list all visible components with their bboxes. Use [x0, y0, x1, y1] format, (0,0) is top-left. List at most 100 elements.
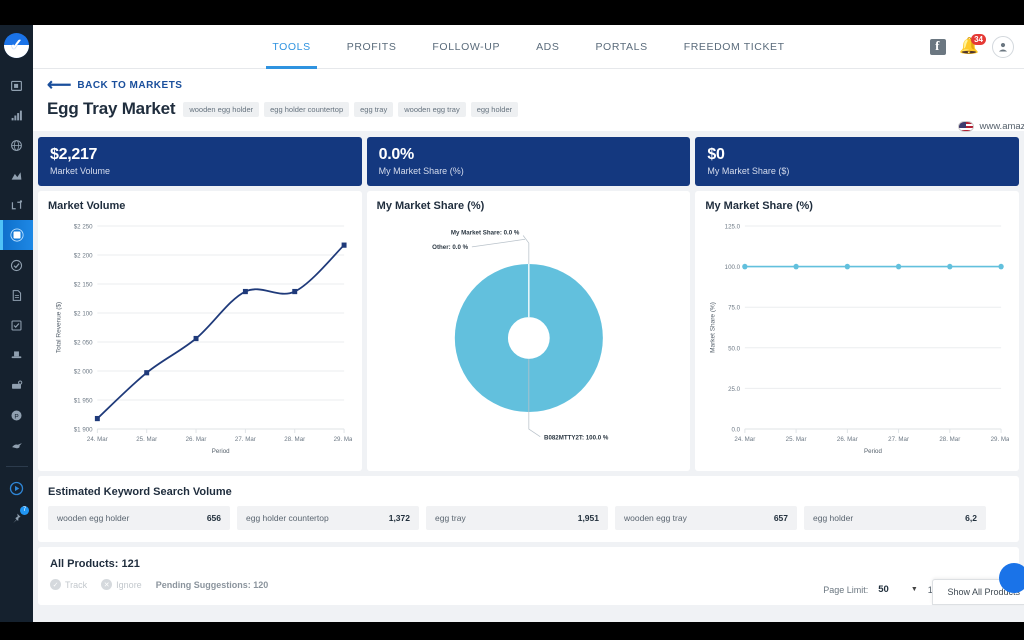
chart-title: My Market Share (%): [705, 200, 1009, 212]
tab-freedom-ticket[interactable]: FREEDOM TICKET: [666, 25, 803, 69]
keyword-volume-item[interactable]: egg holder countertop 1,372: [237, 506, 419, 530]
sidebar-item-scribbles[interactable]: [0, 280, 33, 310]
page-limit-value: 50: [878, 584, 889, 595]
ignore-button[interactable]: ✕ Ignore: [101, 579, 142, 590]
tab-label: PROFITS: [347, 41, 397, 53]
tab-follow-up[interactable]: FOLLOW-UP: [414, 25, 518, 69]
play-circle-icon: [9, 481, 24, 496]
svg-text:Other: 0.0 %: Other: 0.0 %: [432, 244, 468, 251]
track-button[interactable]: ✓ Track: [50, 579, 87, 590]
stat-label: Market Volume: [50, 166, 350, 176]
keyword-volume-item[interactable]: egg holder 6,2: [804, 506, 986, 530]
svg-text:Market Share (%): Market Share (%): [710, 302, 717, 353]
keyword-tag[interactable]: egg tray: [354, 102, 393, 117]
keyword-volume-item[interactable]: egg tray 1,951: [426, 506, 608, 530]
sidebar-item-profits[interactable]: P: [0, 400, 33, 430]
svg-text:28. Mar: 28. Mar: [940, 436, 961, 443]
chevron-down-icon: ▼: [911, 586, 918, 593]
keyword-volume: 657: [774, 513, 788, 523]
svg-text:$2 050: $2 050: [74, 339, 93, 346]
user-avatar-icon[interactable]: [992, 36, 1014, 58]
svg-text:B082MTTY2T: 100.0 %: B082MTTY2T: 100.0 %: [544, 435, 609, 442]
stat-my-market-share-pct: 0.0% My Market Share (%): [367, 137, 691, 186]
sidebar-item-tutorials[interactable]: [0, 473, 33, 503]
ignore-label: Ignore: [116, 580, 142, 590]
tab-label: PORTALS: [595, 41, 647, 53]
keyword-tag[interactable]: wooden egg tray: [398, 102, 465, 117]
sidebar-item-listing-builder[interactable]: [0, 310, 33, 340]
svg-text:100.0: 100.0: [725, 264, 741, 271]
svg-text:Period: Period: [212, 448, 230, 455]
svg-text:$1 950: $1 950: [74, 397, 93, 404]
keyword-name: wooden egg holder: [57, 513, 129, 523]
svg-text:50.0: 50.0: [728, 345, 740, 352]
back-to-markets-button[interactable]: ⟵ BACK TO MARKETS: [47, 79, 1010, 91]
keyword-tag[interactable]: egg holder countertop: [264, 102, 349, 117]
tab-profits[interactable]: PROFITS: [329, 25, 415, 69]
stat-my-market-share-usd: $0 My Market Share ($): [695, 137, 1019, 186]
keyword-tag[interactable]: egg holder: [471, 102, 518, 117]
svg-text:My Market Share: 0.0 %: My Market Share: 0.0 %: [451, 230, 520, 237]
us-flag-icon: [958, 121, 974, 132]
marketplace-selector[interactable]: www.amazon: [958, 121, 1024, 132]
sidebar-item-magnet[interactable]: [0, 130, 33, 160]
svg-text:25. Mar: 25. Mar: [136, 436, 157, 443]
chart-row: Market Volume $1 900$1 950$2 000$2 050$2…: [33, 186, 1024, 471]
nav-actions: 🔔 34: [930, 25, 1014, 69]
facebook-icon[interactable]: [930, 39, 946, 55]
tab-label: ADS: [536, 41, 559, 53]
sidebar-item-black-box[interactable]: [0, 70, 33, 100]
track-label: Track: [65, 580, 87, 590]
sidebar-item-market-tracker[interactable]: [0, 220, 33, 250]
keyword-name: egg holder countertop: [246, 513, 329, 523]
chart-my-market-share-line: My Market Share (%) 0.025.050.075.0100.0…: [695, 191, 1019, 471]
sidebar-item-index-checker[interactable]: [0, 250, 33, 280]
sidebar-item-inventory[interactable]: [0, 430, 33, 460]
svg-text:$2 100: $2 100: [74, 310, 93, 317]
close-circle-icon: ✕: [101, 579, 112, 590]
sidebar-item-frankenstein[interactable]: [0, 190, 33, 220]
check-circle-icon: ✓: [50, 579, 61, 590]
sidebar-item-alerts[interactable]: [0, 340, 33, 370]
all-products-title: All Products: 121: [50, 558, 1007, 570]
stat-value: $0: [707, 146, 1007, 164]
chat-bubble-icon[interactable]: [999, 563, 1024, 593]
page-limit-select[interactable]: 50 ▼: [878, 584, 918, 595]
stat-value: 0.0%: [379, 146, 679, 164]
helium10-logo[interactable]: ✓: [4, 33, 29, 58]
notification-count-badge: 34: [971, 34, 986, 45]
tab-portals[interactable]: PORTALS: [577, 25, 665, 69]
svg-text:26. Mar: 26. Mar: [837, 436, 858, 443]
top-navigation: TOOLS PROFITS FOLLOW-UP ADS PORTALS FREE…: [33, 25, 1024, 69]
keyword-volume: 656: [207, 513, 221, 523]
notifications-button[interactable]: 🔔 34: [959, 39, 979, 55]
keyword-name: egg holder: [813, 513, 853, 523]
keyword-volume: 1,951: [578, 513, 599, 523]
svg-text:$2 150: $2 150: [74, 281, 93, 288]
sidebar-item-cerebro[interactable]: [0, 160, 33, 190]
keyword-volume-item[interactable]: wooden egg tray 657: [615, 506, 797, 530]
main-canvas: TOOLS PROFITS FOLLOW-UP ADS PORTALS FREE…: [33, 25, 1024, 622]
chart-title: My Market Share (%): [377, 200, 681, 212]
back-label: BACK TO MARKETS: [77, 80, 182, 91]
nav-tab-list: TOOLS PROFITS FOLLOW-UP ADS PORTALS FREE…: [254, 25, 802, 69]
sidebar-divider: [6, 466, 28, 467]
tab-tools[interactable]: TOOLS: [254, 25, 328, 69]
svg-text:$2 250: $2 250: [74, 223, 93, 230]
sidebar-item-pinned[interactable]: 7: [0, 503, 33, 533]
chart-canvas: My Market Share: 0.0 % Other: 0.0 % B082MT…: [377, 216, 681, 459]
sidebar-item-trendster[interactable]: [0, 100, 33, 130]
keyword-volume-item[interactable]: wooden egg holder 656: [48, 506, 230, 530]
keyword-volume-list: wooden egg holder 656 egg holder counter…: [48, 506, 1009, 530]
stat-label: My Market Share ($): [707, 166, 1007, 176]
tab-label: FOLLOW-UP: [432, 41, 500, 53]
tab-label: FREEDOM TICKET: [684, 41, 785, 53]
sidebar-item-refund-genie[interactable]: [0, 370, 33, 400]
tab-ads[interactable]: ADS: [518, 25, 577, 69]
marketplace-label: www.amazon: [980, 121, 1024, 132]
page-header: ⟵ BACK TO MARKETS Egg Tray Market wooden…: [33, 69, 1024, 131]
mountain-chart-icon: [10, 169, 23, 182]
all-products-section: All Products: 121 ✓ Track ✕ Ignore Pendi…: [38, 547, 1019, 605]
keyword-tag[interactable]: wooden egg holder: [183, 102, 259, 117]
svg-text:75.0: 75.0: [728, 305, 740, 312]
